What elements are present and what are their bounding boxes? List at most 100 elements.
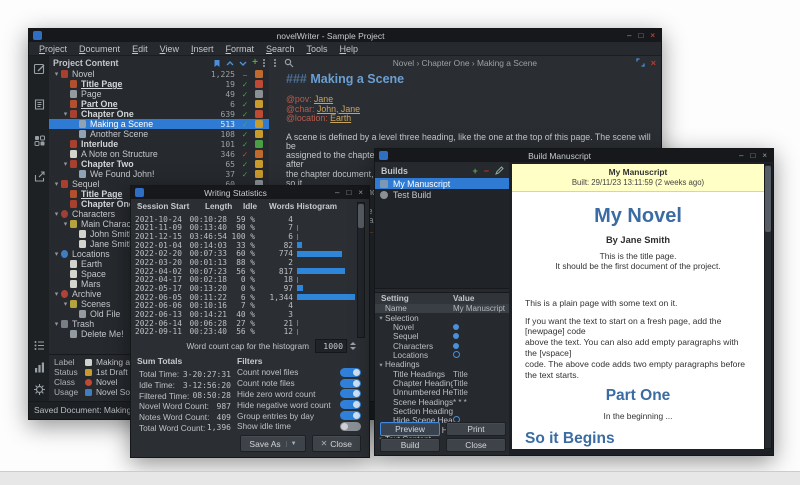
toggle-switch[interactable] [340,379,361,388]
session-row[interactable]: 2021-12-1503:46:54100 %6 [135,232,355,241]
tree-item[interactable]: Title Page19✓ [49,79,269,89]
tag-value[interactable]: Jane [314,94,333,104]
minimize-icon[interactable]: – [627,29,631,42]
tree-item[interactable]: Interlude101✓ [49,139,269,149]
active-check-icon[interactable]: – [240,70,250,79]
setting-row[interactable]: Scene Headings* * * [375,397,509,406]
tag-value[interactable]: John, Jane [317,104,360,114]
menu-insert[interactable]: Insert [185,44,220,54]
expand-arrow-icon[interactable]: ▾ [52,180,61,188]
expand-arrow-icon[interactable]: ▾ [61,160,70,168]
focus-expand-icon[interactable] [636,58,645,67]
menu-view[interactable]: View [154,44,185,54]
menu-tools[interactable]: Tools [301,44,334,54]
setting-row[interactable]: Section Headings [375,407,509,416]
toggle-switch[interactable] [340,389,361,398]
menu-edit[interactable]: Edit [126,44,154,54]
edit-view-icon[interactable] [33,62,46,75]
expand-arrow-icon[interactable]: ▾ [61,110,70,118]
setting-row[interactable]: ▾Headings [375,360,509,369]
tree-menu-kebab-icon[interactable] [263,59,265,67]
menu-format[interactable]: Format [219,44,260,54]
add-item-icon[interactable]: + [252,58,258,68]
document-close-icon[interactable]: × [651,58,656,68]
build-titlebar[interactable]: Build Manuscript – □ × [375,149,773,162]
setting-row[interactable]: Novel [375,323,509,332]
close-icon[interactable]: × [650,29,655,42]
build-button[interactable]: Build [380,438,440,452]
setting-row[interactable]: Unnumbered HeadingsTitle [375,388,509,397]
search-icon[interactable] [284,58,294,68]
active-check-icon[interactable]: ✓ [240,140,250,149]
expand-arrow-icon[interactable]: ▾ [52,320,61,328]
session-row[interactable]: 2022-05-1700:13:200 %97 [135,284,355,293]
tree-item[interactable]: Part One6✓ [49,99,269,109]
close-icon[interactable]: × [358,186,363,199]
setting-row[interactable]: NameMy Manuscript [375,304,509,313]
session-row[interactable]: 2021-10-2400:10:2859 %4 [135,215,355,224]
active-check-icon[interactable]: ✓ [240,160,250,169]
menu-help[interactable]: Help [334,44,365,54]
close-icon[interactable]: × [762,149,767,162]
outline-view-icon[interactable] [33,98,46,111]
bookmark-icon[interactable] [213,59,221,68]
editor-menu-kebab-icon[interactable] [274,59,276,67]
maximize-icon[interactable]: □ [750,149,755,162]
session-row[interactable]: 2022-09-1100:23:4056 %12 [135,327,355,336]
expand-arrow-icon[interactable]: ▾ [377,314,385,322]
session-row[interactable]: 2022-01-0400:14:0333 %82 [135,241,355,250]
active-check-icon[interactable]: ✓ [240,130,250,139]
histogram-cap-spinbox[interactable]: 1000 [315,339,347,353]
active-check-icon[interactable]: ✓ [240,170,250,179]
tree-item[interactable]: ▾Chapter One639✓ [49,109,269,119]
move-down-icon[interactable] [239,60,247,67]
active-check-icon[interactable]: ✓ [240,120,250,129]
setting-row[interactable]: Sequel [375,332,509,341]
active-check-icon[interactable]: ✓ [240,80,250,89]
novel-details-icon[interactable] [33,134,46,147]
expand-arrow-icon[interactable]: ▾ [377,361,385,369]
scrollbar-thumb[interactable] [358,204,364,228]
settings-gear-icon[interactable] [33,383,46,396]
scrollbar-thumb[interactable] [765,166,771,232]
tree-item[interactable]: Making a Scene513✓ [49,119,269,129]
build-list-item[interactable]: Test Build [375,189,509,200]
setting-row[interactable]: Characters [375,341,509,350]
minimize-icon[interactable]: – [739,149,743,162]
add-build-icon[interactable]: + [472,166,477,176]
session-row[interactable]: 2021-11-0900:13:4090 %7 [135,224,355,233]
session-row[interactable]: 2022-02-2000:07:3360 %774 [135,250,355,259]
session-row[interactable]: 2022-04-0200:07:2356 %817 [135,267,355,276]
selection-dot-icon[interactable] [453,324,459,330]
active-check-icon[interactable]: ✓ [240,110,250,119]
edit-build-icon[interactable] [495,166,504,175]
tree-item[interactable]: A Note on Structure346✓ [49,149,269,159]
menu-document[interactable]: Document [73,44,126,54]
active-check-icon[interactable]: ✓ [240,100,250,109]
toggle-switch[interactable] [340,368,361,377]
save-as-button[interactable]: Save As▼ [240,435,305,452]
expand-arrow-icon[interactable]: ▾ [52,210,61,218]
session-row[interactable]: 2022-03-2000:01:1388 %2 [135,258,355,267]
col-length[interactable]: Length [205,202,232,211]
close-button[interactable]: Close [446,438,506,452]
menu-search[interactable]: Search [260,44,301,54]
main-titlebar[interactable]: novelWriter - Sample Project – □ × [29,29,661,42]
writing-stats-icon[interactable] [33,361,46,374]
expand-arrow-icon[interactable]: ▾ [61,300,70,308]
move-up-icon[interactable] [226,60,234,67]
expand-arrow-icon[interactable]: ▾ [52,250,61,258]
expand-arrow-icon[interactable]: ▾ [61,220,70,228]
toggle-switch[interactable] [340,411,361,420]
active-check-icon[interactable]: ✓ [240,90,250,99]
toggle-switch[interactable] [340,400,361,409]
tree-item[interactable]: ▾Chapter Two65✓ [49,159,269,169]
session-row[interactable]: 2022-06-1300:14:2140 %3 [135,310,355,319]
setting-row[interactable]: Chapter HeadingsTitle [375,379,509,388]
tree-item[interactable]: Another Scene108✓ [49,129,269,139]
build-list-item[interactable]: My Manuscript [375,178,509,189]
maximize-icon[interactable]: □ [346,186,351,199]
selection-dot-icon[interactable] [453,333,459,339]
expand-arrow-icon[interactable]: ▾ [52,70,61,78]
outline-list-icon[interactable] [33,339,46,352]
